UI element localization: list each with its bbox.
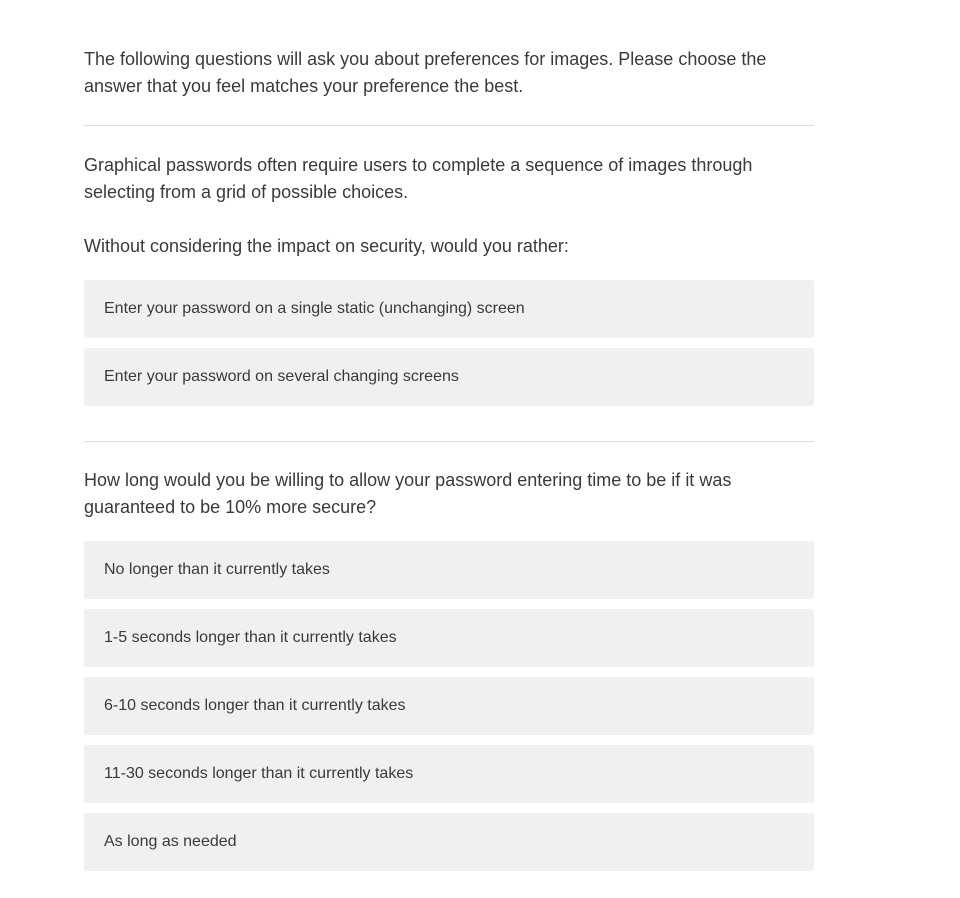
choice-single-static-screen[interactable]: Enter your password on a single static (… <box>84 280 814 338</box>
intro-text: The following questions will ask you abo… <box>84 49 767 96</box>
question-password-entry-time: How long would you be willing to allow y… <box>84 467 814 871</box>
question-text: How long would you be willing to allow y… <box>84 470 732 517</box>
divider <box>84 125 814 126</box>
question-graphical-password-screens: Graphical passwords often require users … <box>84 152 814 406</box>
choice-6-10-seconds[interactable]: 6-10 seconds longer than it currently ta… <box>84 677 814 735</box>
divider <box>84 441 814 442</box>
choice-list: Enter your password on a single static (… <box>84 280 814 406</box>
choice-no-longer[interactable]: No longer than it currently takes <box>84 541 814 599</box>
choice-11-30-seconds[interactable]: 11-30 seconds longer than it currently t… <box>84 745 814 803</box>
choice-as-long-as-needed[interactable]: As long as needed <box>84 813 814 871</box>
choice-1-5-seconds[interactable]: 1-5 seconds longer than it currently tak… <box>84 609 814 667</box>
question-prompt: Without considering the impact on securi… <box>84 236 569 256</box>
choice-several-changing-screens[interactable]: Enter your password on several changing … <box>84 348 814 406</box>
question-text: Graphical passwords often require users … <box>84 155 753 202</box>
survey-container: The following questions will ask you abo… <box>84 0 814 871</box>
choice-list: No longer than it currently takes 1-5 se… <box>84 541 814 871</box>
